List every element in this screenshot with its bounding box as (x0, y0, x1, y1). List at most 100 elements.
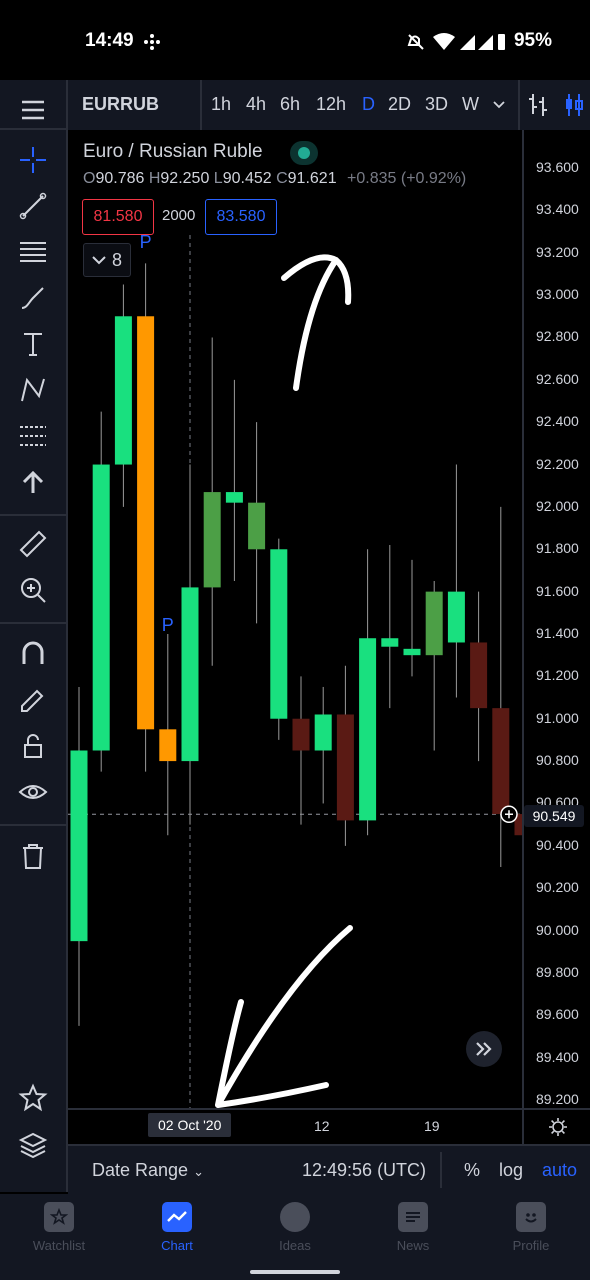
interval-2d[interactable]: 2D (388, 94, 411, 115)
interval-3d[interactable]: 3D (425, 94, 448, 115)
top-toolbar: EURRUB 1h 4h 6h 12h D 2D 3D W (68, 80, 590, 132)
price-tick-label: 93.600 (536, 159, 579, 175)
candle-body (225, 492, 243, 503)
utc-clock[interactable]: 12:49:56 (UTC) (302, 1160, 426, 1181)
pattern-marker: P (140, 232, 152, 252)
price-tick-label: 89.200 (536, 1091, 579, 1107)
price-tick-label: 92.200 (536, 455, 579, 472)
candle-body (470, 642, 488, 709)
trash-icon[interactable] (13, 838, 53, 874)
price-tick-label: 93.000 (536, 286, 579, 303)
news-icon (398, 1202, 428, 1232)
brush-icon[interactable] (13, 280, 53, 316)
candle-body (336, 714, 354, 821)
candlestick-chart: PP (68, 232, 532, 1108)
candle-body (159, 729, 177, 762)
nav-chart[interactable]: Chart (127, 1202, 227, 1253)
trend-line-icon[interactable] (13, 188, 53, 224)
eye-icon[interactable] (13, 774, 53, 810)
candle-body (181, 587, 199, 762)
arrow-up-icon[interactable] (13, 464, 53, 500)
star-icon[interactable] (13, 1080, 53, 1116)
price-tick-label: 89.600 (536, 1006, 579, 1023)
sell-price-button[interactable]: 81.580 (82, 199, 154, 235)
symbol-title: Euro / Russian Ruble (83, 141, 263, 162)
percent-scale-toggle[interactable]: % (464, 1160, 480, 1181)
market-status-icon[interactable] (290, 141, 318, 165)
candle-body (92, 464, 110, 751)
interval-1h[interactable]: 1h (211, 94, 231, 115)
bar-chart-type-icon[interactable] (528, 92, 550, 118)
nav-news[interactable]: News (363, 1202, 463, 1253)
notification-icon (144, 34, 160, 50)
interval-12h[interactable]: 12h (316, 94, 346, 115)
interval-4h[interactable]: 4h (246, 94, 266, 115)
candle-body (447, 591, 465, 643)
lock-icon[interactable] (13, 728, 53, 764)
settings-gear-icon[interactable] (522, 1108, 590, 1144)
indicator-count: 8 (111, 249, 122, 270)
price-tick-label: 89.400 (536, 1048, 579, 1065)
price-tick-label: 91.600 (536, 582, 579, 599)
menu-icon[interactable] (13, 92, 53, 128)
chevron-down-icon (92, 256, 106, 265)
chart-pane[interactable]: PP (68, 130, 532, 1108)
pattern-marker: P (162, 615, 174, 635)
indicators-toggle-button[interactable]: 8 (83, 243, 131, 277)
symbol-search-button[interactable]: EURRUB (82, 94, 159, 115)
date-range-button[interactable]: Date Range ⌄ (92, 1160, 204, 1181)
spread-value: 2000 (162, 207, 196, 224)
candle-body (70, 750, 88, 942)
price-tick-label: 91.800 (536, 540, 579, 557)
price-axis[interactable]: 93.600 93.400 93.200 93.000 92.800 92.600 92.4… (522, 130, 590, 1108)
time-label: 12 (314, 1118, 330, 1134)
scroll-to-realtime-button[interactable] (466, 1031, 502, 1067)
price-tick-label: 89.800 (536, 963, 579, 980)
candle-chart-type-icon[interactable] (564, 92, 586, 118)
lock-pencil-icon[interactable] (13, 682, 53, 718)
candle-body (314, 714, 332, 751)
candle-body (114, 316, 132, 465)
ruler-icon[interactable] (13, 526, 53, 562)
drawn-arrow-up (281, 254, 352, 391)
prediction-icon[interactable] (13, 418, 53, 454)
text-icon[interactable] (13, 326, 53, 362)
chevron-down-icon[interactable] (492, 98, 506, 112)
price-tick-label: 92.000 (536, 497, 579, 514)
candle-body (403, 648, 421, 656)
buy-price-button[interactable]: 83.580 (205, 199, 277, 235)
interval-d[interactable]: D (362, 94, 375, 115)
candle-body (359, 638, 377, 821)
profile-icon (516, 1202, 546, 1232)
crosshair-icon[interactable] (13, 142, 53, 178)
last-price-label: 90.549 (524, 805, 584, 827)
fib-retracement-icon[interactable] (13, 234, 53, 270)
price-tick-label: 91.200 (536, 667, 579, 684)
time-label: 19 (424, 1118, 440, 1134)
zoom-icon[interactable] (13, 572, 53, 608)
nav-profile[interactable]: Profile (481, 1202, 581, 1253)
pattern-icon[interactable] (13, 372, 53, 408)
home-indicator (250, 1270, 340, 1274)
candle-body (492, 708, 510, 815)
chart-bottom-bar: Date Range ⌄ 12:49:56 (UTC) % log auto (68, 1144, 590, 1194)
drawn-arrow-down (215, 925, 353, 1108)
interval-w[interactable]: W (462, 94, 479, 115)
watchlist-icon (44, 1202, 74, 1232)
crosshair-date-label: 02 Oct '20 (148, 1113, 232, 1137)
magnet-icon[interactable] (13, 636, 53, 672)
bottom-navigation: Watchlist Chart Ideas News Profile (0, 1194, 590, 1280)
nav-watchlist[interactable]: Watchlist (9, 1202, 109, 1253)
candle-body (203, 492, 221, 588)
layers-icon[interactable] (13, 1126, 53, 1162)
log-scale-toggle[interactable]: log (499, 1160, 523, 1181)
auto-scale-toggle[interactable]: auto (542, 1160, 577, 1181)
nav-ideas[interactable]: Ideas (245, 1202, 345, 1253)
battery-percent: 95% (513, 30, 552, 51)
price-tick-label: 93.200 (536, 243, 579, 260)
status-time: 14:49 (85, 30, 134, 51)
interval-6h[interactable]: 6h (280, 94, 300, 115)
candle-body (270, 549, 288, 719)
time-axis[interactable]: 02 Oct '20 12 19 (68, 1108, 522, 1144)
price-tick-label: 92.400 (536, 413, 579, 430)
